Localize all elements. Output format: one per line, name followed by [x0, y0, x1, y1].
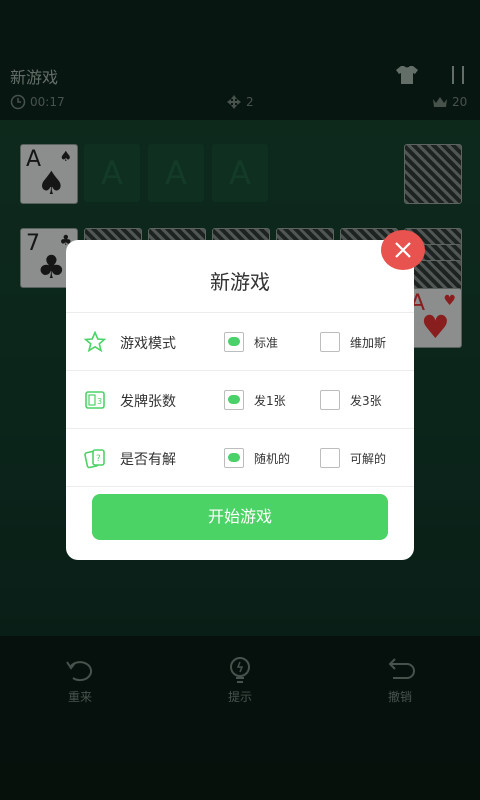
- row-label: 发牌张数: [120, 394, 176, 410]
- new-game-dialog: 新游戏 游戏模式 标准 维加斯 3 发牌张数 发1张 发3张 ? 是否有解 随机…: [66, 240, 414, 560]
- option-random[interactable]: 随机的: [224, 448, 290, 468]
- divider: [66, 486, 414, 487]
- svg-text:3: 3: [97, 397, 102, 406]
- close-icon: [395, 242, 411, 258]
- checkbox[interactable]: [224, 390, 244, 410]
- checkbox[interactable]: [320, 448, 340, 468]
- option-vegas[interactable]: 维加斯: [320, 332, 386, 352]
- svg-text:?: ?: [96, 454, 101, 464]
- row-label: 是否有解: [120, 452, 176, 468]
- checkbox[interactable]: [320, 390, 340, 410]
- checkbox[interactable]: [224, 448, 244, 468]
- dialog-title: 新游戏: [210, 270, 270, 294]
- draw-count-row: 3 发牌张数 发1张 发3张: [66, 370, 414, 429]
- option-draw-1[interactable]: 发1张: [224, 390, 286, 410]
- option-draw-3[interactable]: 发3张: [320, 390, 382, 410]
- start-game-button[interactable]: 开始游戏: [92, 494, 388, 540]
- option-label: 可解的: [350, 451, 387, 466]
- solvable-row: ? 是否有解 随机的 可解的: [66, 428, 414, 487]
- option-label: 随机的: [254, 451, 291, 466]
- row-label: 游戏模式: [120, 336, 176, 352]
- option-label: 维加斯: [350, 335, 387, 350]
- game-mode-row: 游戏模式 标准 维加斯: [66, 312, 414, 371]
- option-solvable[interactable]: 可解的: [320, 448, 386, 468]
- option-label: 标准: [254, 335, 279, 350]
- card-count-icon: 3: [85, 391, 105, 409]
- close-button[interactable]: [381, 230, 425, 270]
- option-standard[interactable]: 标准: [224, 332, 278, 352]
- star-icon: [84, 331, 106, 353]
- question-cards-icon: ?: [84, 449, 105, 469]
- checkbox[interactable]: [320, 332, 340, 352]
- option-label: 发1张: [254, 393, 286, 408]
- option-label: 发3张: [350, 393, 382, 408]
- checkbox[interactable]: [224, 332, 244, 352]
